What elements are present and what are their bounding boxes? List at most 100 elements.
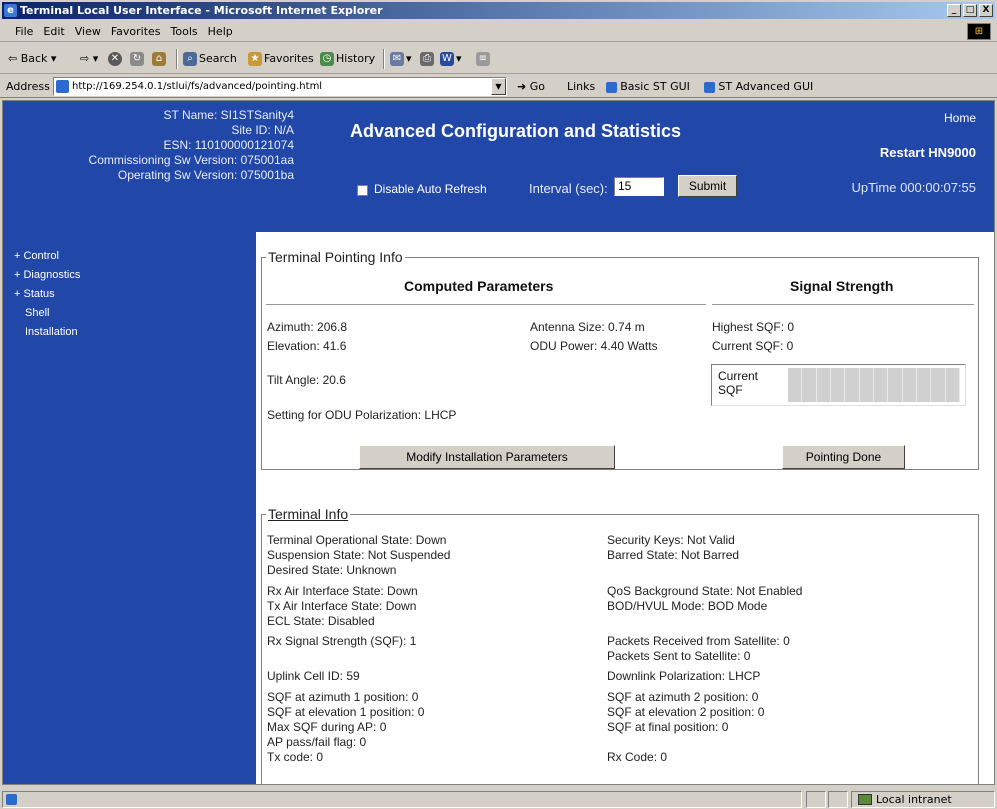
link-page-icon: [703, 81, 715, 93]
pointing-done-button[interactable]: Pointing Done: [782, 445, 905, 469]
disable-auto-refresh-checkbox[interactable]: [357, 185, 368, 196]
search-icon: ⌕: [183, 52, 197, 66]
terminal-info-item: ECL State: Disabled: [267, 614, 375, 628]
sqf-meter-label-line2: SQF: [718, 383, 743, 397]
intranet-icon: [858, 794, 872, 805]
edit-button[interactable]: W ▾: [440, 49, 462, 69]
sqf-bar: [873, 368, 889, 402]
address-bar: Address http://169.254.0.1/stlui/fs/adva…: [0, 75, 997, 98]
sqf-bar: [830, 368, 846, 402]
history-icon: ◷: [320, 52, 334, 66]
refresh-button[interactable]: ↻: [130, 49, 146, 69]
terminal-info-item: Uplink Cell ID: 59: [267, 669, 360, 683]
sidebar-item-shell[interactable]: Shell: [3, 304, 80, 323]
current-sqf: Current SQF: 0: [712, 339, 794, 353]
zone-label: Local intranet: [876, 793, 952, 806]
modify-installation-parameters-button[interactable]: Modify Installation Parameters: [359, 445, 615, 469]
status-bar: Local intranet: [0, 789, 997, 809]
interval-input[interactable]: 15: [614, 177, 664, 196]
terminal-info-item: Terminal Operational State: Down: [267, 533, 447, 547]
link-advanced-gui-label: ST Advanced GUI: [718, 80, 814, 93]
sidebar: + Control + Diagnostics + Status Shell Insta…: [3, 232, 256, 784]
antenna-size: Antenna Size: 0.74 m: [530, 320, 645, 334]
sidebar-item-control[interactable]: + Control: [3, 247, 80, 266]
site-id: Site ID: N/A: [231, 123, 294, 137]
link-advanced-gui[interactable]: ST Advanced GUI: [703, 80, 814, 93]
terminal-info-item: Tx Air Interface State: Down: [267, 599, 417, 613]
menu-tools[interactable]: Tools: [166, 21, 203, 40]
forward-button[interactable]: ⇨ ▾: [80, 49, 98, 69]
sqf-bar: [816, 368, 831, 402]
address-url: http://169.254.0.1/stlui/fs/advanced/poi…: [72, 81, 323, 92]
link-page-icon: [605, 81, 617, 93]
address-dropdown-button[interactable]: ▼: [491, 78, 506, 95]
terminal-info-item: SQF at azimuth 1 position: 0: [267, 690, 419, 704]
home-button[interactable]: ⌂: [152, 49, 168, 69]
address-input[interactable]: http://169.254.0.1/stlui/fs/advanced/poi…: [53, 77, 507, 96]
terminal-info-item: Tx code: 0: [267, 750, 324, 764]
operating-sw-version: Operating Sw Version: 075001ba: [117, 168, 294, 182]
discuss-icon: ≡: [476, 52, 490, 66]
ie-icon: e: [4, 4, 17, 17]
menu-bar: File Edit View Favorites Tools Help: [0, 21, 997, 42]
sqf-bar: [845, 368, 860, 402]
home-link[interactable]: Home: [944, 111, 976, 125]
terminal-info-item: SQF at elevation 2 position: 0: [607, 705, 765, 719]
menu-file[interactable]: File: [10, 21, 38, 40]
menu-favorites[interactable]: Favorites: [106, 21, 166, 40]
mail-button[interactable]: ✉ ▾: [390, 49, 412, 69]
history-button[interactable]: ◷ History: [320, 49, 375, 69]
terminal-info-item: Rx Signal Strength (SQF): 1: [267, 634, 417, 648]
close-button[interactable]: X: [979, 4, 993, 17]
menu-edit[interactable]: Edit: [38, 21, 69, 40]
maximize-button[interactable]: □: [963, 4, 977, 17]
stop-icon: ✕: [108, 52, 122, 66]
terminal-info-item: Packets Received from Satellite: 0: [607, 634, 790, 648]
print-button[interactable]: ⎙: [420, 49, 436, 69]
sqf-bar: [916, 368, 932, 402]
page-title: Advanced Configuration and Statistics: [350, 121, 682, 141]
favorites-label: Favorites: [264, 52, 314, 65]
menu-view[interactable]: View: [70, 21, 106, 40]
back-button[interactable]: ⇦ Back ▾: [8, 49, 56, 69]
window-title: Terminal Local User Interface - Microsof…: [20, 4, 383, 17]
terminal-info-item: Downlink Polarization: LHCP: [607, 669, 761, 683]
print-icon: ⎙: [420, 52, 434, 66]
esn: ESN: 110100000121074: [163, 138, 294, 152]
link-basic-gui[interactable]: Basic ST GUI: [605, 80, 690, 93]
terminal-info-item: Suspension State: Not Suspended: [267, 548, 451, 562]
restart-link[interactable]: Restart HN9000: [880, 145, 976, 160]
search-button[interactable]: ⌕ Search: [183, 49, 237, 69]
stop-button[interactable]: ✕: [108, 49, 124, 69]
search-label: Search: [199, 52, 237, 65]
history-label: History: [336, 52, 376, 65]
menu-help[interactable]: Help: [203, 21, 238, 40]
favorites-button[interactable]: ★ Favorites: [248, 49, 314, 69]
sidebar-item-installation[interactable]: Installation: [3, 323, 80, 342]
status-pane: [806, 791, 826, 808]
tilt-angle: Tilt Angle: 20.6: [267, 373, 346, 387]
go-arrow-icon: ➜: [517, 80, 527, 93]
toolbar: ⇦ Back ▾ ⇨ ▾ ✕ ↻ ⌂ ⌕ Search ★ Favorites ◷ H…: [0, 44, 997, 74]
sqf-bar: [788, 368, 803, 402]
pointing-info-legend: Terminal Pointing Info: [266, 249, 405, 265]
sqf-meter-label-line1: Current: [718, 369, 759, 383]
highest-sqf: Highest SQF: 0: [712, 320, 795, 334]
go-button[interactable]: ➜ Go: [517, 80, 545, 93]
odu-power: ODU Power: 4.40 Watts: [530, 339, 658, 353]
sqf-bar: [888, 368, 903, 402]
terminal-info-panel: Terminal Info Terminal Operational State…: [261, 506, 979, 784]
sidebar-item-diagnostics[interactable]: + Diagnostics: [3, 266, 80, 285]
sqf-meter: Current SQF: [711, 364, 966, 406]
submit-button[interactable]: Submit: [678, 175, 737, 197]
page-done-icon: [6, 794, 17, 805]
forward-arrow-icon: ⇨: [80, 52, 90, 65]
mail-icon: ✉: [390, 52, 404, 66]
discuss-button[interactable]: ≡: [476, 49, 492, 69]
back-label: Back: [20, 52, 48, 65]
terminal-info-item: SQF at final position: 0: [607, 720, 729, 734]
minimize-button[interactable]: _: [947, 4, 961, 17]
sqf-bar: [859, 368, 874, 402]
disable-auto-refresh-label: Disable Auto Refresh: [374, 182, 487, 196]
sidebar-item-status[interactable]: + Status: [3, 285, 80, 304]
